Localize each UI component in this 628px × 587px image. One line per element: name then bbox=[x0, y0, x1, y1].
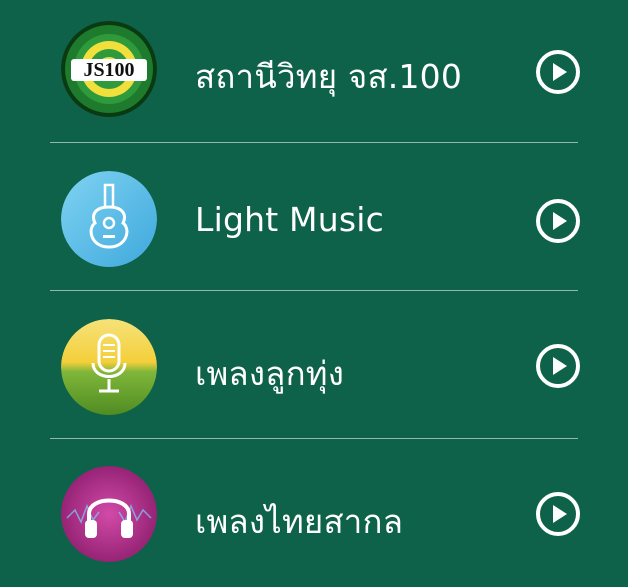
station-row-luk-thung[interactable]: เพลงลูกทุ่ง bbox=[0, 293, 628, 439]
divider bbox=[50, 142, 578, 143]
play-circle-icon[interactable] bbox=[535, 49, 581, 95]
station-row-thai-pop[interactable]: เพลงไทยสากล bbox=[0, 441, 628, 587]
station-name: สถานีวิทยุ จส.100 bbox=[195, 57, 463, 96]
station-name: Light Music bbox=[195, 200, 384, 239]
headphones-icon bbox=[61, 466, 157, 562]
js100-logo-text: JS100 bbox=[83, 59, 134, 81]
station-name: เพลงไทยสากล bbox=[195, 502, 404, 541]
guitar-icon bbox=[61, 171, 157, 267]
station-row-js100[interactable]: JS100 สถานีวิทยุ จส.100 bbox=[0, 0, 628, 142]
microphone-icon bbox=[61, 319, 157, 415]
play-circle-icon[interactable] bbox=[535, 343, 581, 389]
station-list: JS100 สถานีวิทยุ จส.100 Light Music เพลง… bbox=[0, 0, 628, 581]
play-circle-icon[interactable] bbox=[535, 491, 581, 537]
play-circle-icon[interactable] bbox=[535, 198, 581, 244]
station-row-light-music[interactable]: Light Music bbox=[0, 146, 628, 292]
divider bbox=[50, 438, 578, 439]
js100-logo: JS100 bbox=[61, 21, 157, 117]
station-name: เพลงลูกทุ่ง bbox=[195, 354, 345, 393]
divider bbox=[50, 290, 578, 291]
